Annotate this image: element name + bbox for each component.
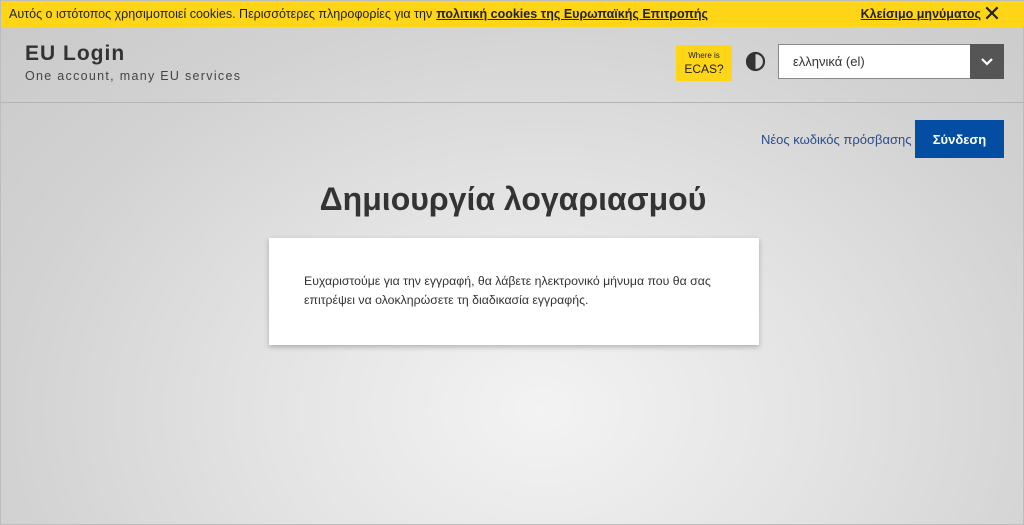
brand-title[interactable]: EU Login bbox=[25, 42, 125, 66]
login-button[interactable]: Σύνδεση bbox=[915, 120, 1004, 158]
brand-subtitle: One account, many EU services bbox=[25, 69, 242, 83]
ecas-big-label: ECAS? bbox=[684, 62, 724, 76]
language-select[interactable]: ελληνικά (el) bbox=[778, 44, 1004, 79]
ecas-small-label: Where is bbox=[688, 51, 720, 60]
message-line-2: επιτρέψει να ολοκληρώσετε τη διαδικασία … bbox=[304, 293, 589, 307]
confirmation-message: Ευχαριστούμε για την εγγραφή, θα λάβετε … bbox=[304, 272, 725, 310]
new-password-link[interactable]: Νέος κωδικός πρόσβασης bbox=[761, 132, 911, 147]
cookie-message: Αυτός ο ιστότοπος χρησιμοποιεί cookies. … bbox=[9, 7, 433, 21]
page-title-text: Δημιουργία λογαριασμού bbox=[319, 181, 707, 217]
close-message-link[interactable]: Κλείσιμο μηνύματος bbox=[861, 1, 981, 27]
contrast-icon[interactable] bbox=[745, 51, 766, 72]
message-card: Ευχαριστούμε για την εγγραφή, θα λάβετε … bbox=[269, 238, 759, 345]
chevron-down-icon[interactable] bbox=[970, 44, 1004, 79]
close-icon[interactable]: ✕ bbox=[983, 1, 1001, 27]
message-line-1: Ευχαριστούμε για την εγγραφή, θα λάβετε … bbox=[304, 274, 711, 288]
page-title: Δημιουργία λογαριασμού bbox=[1, 181, 1024, 218]
where-is-ecas-button[interactable]: Where is ECAS? bbox=[676, 45, 732, 81]
language-selected-value: ελληνικά (el) bbox=[793, 54, 865, 69]
cookie-policy-link[interactable]: πολιτική cookies της Ευρωπαϊκής Επιτροπή… bbox=[436, 7, 708, 21]
site-header: EU Login One account, many EU services W… bbox=[1, 27, 1024, 103]
